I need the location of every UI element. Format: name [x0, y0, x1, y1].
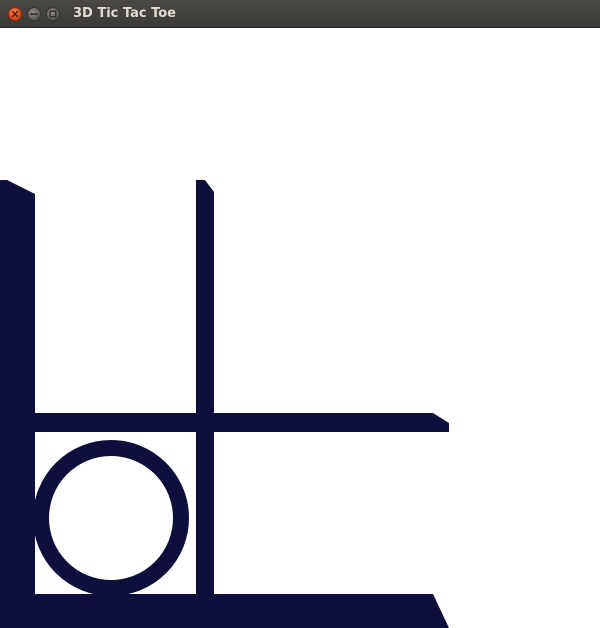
board-middle-horizontal-bar [35, 413, 449, 432]
title-bar[interactable]: 3D Tic Tac Toe [0, 0, 600, 28]
game-window: 3D Tic Tac Toe [0, 0, 600, 628]
cell-middle-center[interactable] [214, 432, 433, 594]
minimize-button[interactable] [27, 7, 41, 21]
cell-top-left[interactable] [35, 194, 196, 413]
game-viewport[interactable] [0, 28, 600, 628]
board-left-vertical-bar [0, 180, 35, 606]
board-middle-vertical-bar [196, 180, 214, 606]
maximize-icon [49, 10, 57, 18]
maximize-button[interactable] [46, 7, 60, 21]
minimize-icon [30, 13, 38, 15]
window-title: 3D Tic Tac Toe [73, 6, 177, 21]
cell-top-center[interactable] [214, 194, 433, 413]
board-canvas[interactable] [0, 28, 600, 628]
board-bottom-horizontal-bar [0, 594, 449, 628]
close-button[interactable] [8, 7, 22, 21]
close-icon [11, 10, 19, 18]
